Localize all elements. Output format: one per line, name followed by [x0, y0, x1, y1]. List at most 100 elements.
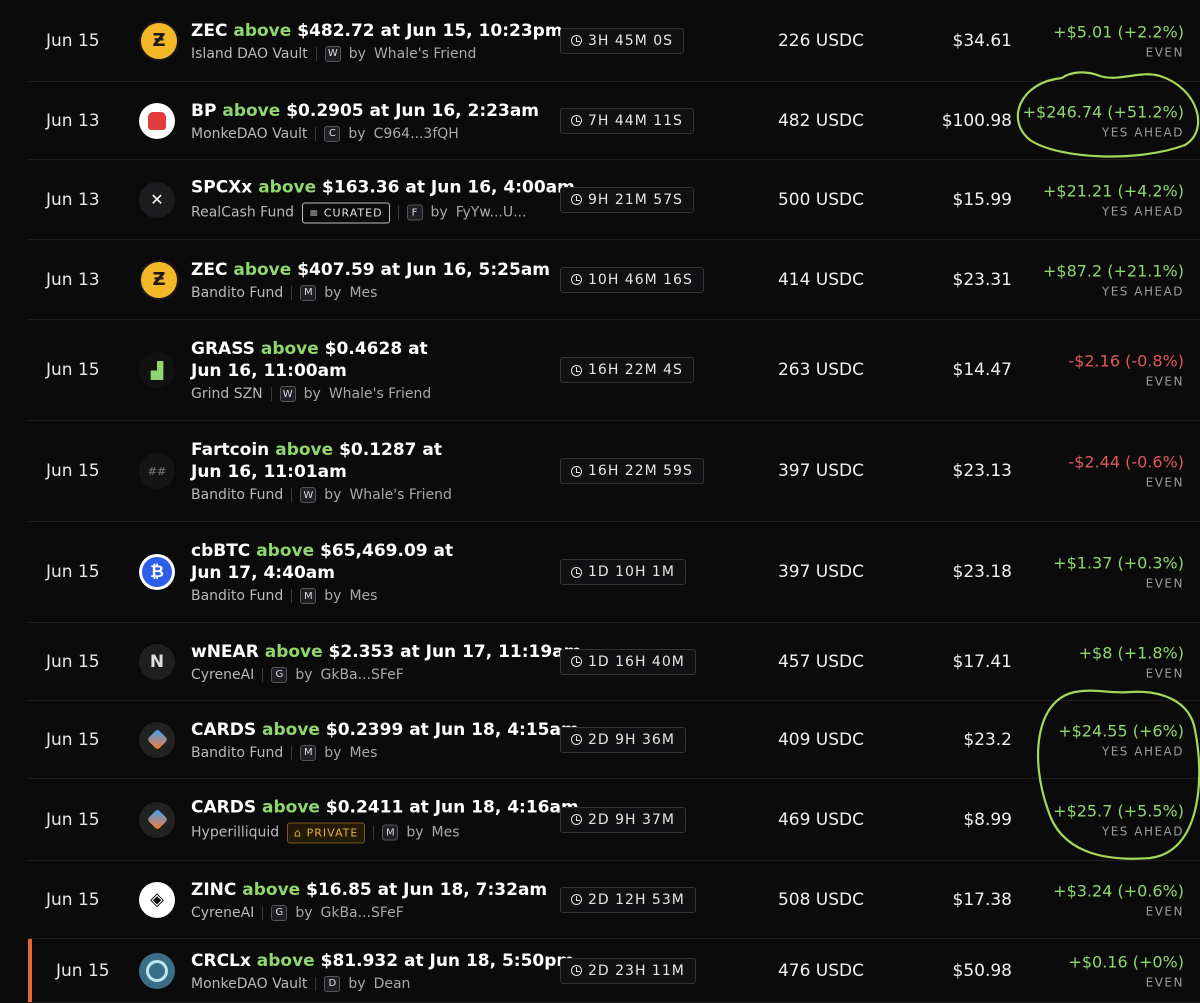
condition: above: [222, 100, 281, 121]
position-row[interactable]: Jun 15 NwNEAR above $2.353 at Jun 17, 11:…: [28, 623, 1200, 701]
by-label: by: [348, 975, 366, 992]
market-title[interactable]: wNEAR above $2.353 at Jun 17, 11:19am: [191, 641, 590, 663]
market-title[interactable]: ZEC above $407.59 at Jun 16, 5:25am: [191, 259, 590, 281]
creator-name[interactable]: Mes: [432, 825, 460, 841]
condition: above: [242, 879, 301, 900]
stake-amount: 457 USDC: [777, 651, 864, 672]
creator-name[interactable]: GkBa...SFeF: [321, 667, 404, 683]
creator-name[interactable]: Whale's Friend: [374, 46, 476, 62]
position-row[interactable]: Jun 13 ✕ SPCXx above $163.36 at Jun 16, 4:…: [28, 160, 1200, 240]
vault-name[interactable]: MonkeDAO Vault: [191, 976, 307, 992]
user-avatar[interactable]: M: [300, 588, 317, 604]
timer-text: 16H 22M 4S: [588, 362, 683, 378]
market-subline: Island DAO Vault Wby Whale's Friend: [191, 45, 590, 62]
creator-name[interactable]: Mes: [349, 745, 377, 761]
market-subline: Bandito Fund Mby Mes: [191, 588, 590, 604]
creator-name[interactable]: C964...3fQH: [374, 126, 459, 142]
market-title[interactable]: CRCLx above $81.932 at Jun 18, 5:50pm: [191, 950, 590, 972]
position-row[interactable]: Jun 15 CARDS above $0.2399 at Jun 18, 4:1…: [28, 701, 1200, 779]
user-avatar[interactable]: W: [324, 45, 341, 62]
vault-name[interactable]: RealCash Fund: [191, 205, 294, 221]
vault-name[interactable]: Hyperilliquid: [191, 825, 279, 841]
user-avatar[interactable]: D: [324, 975, 341, 992]
condition: above: [260, 339, 319, 359]
target-text: $65,469.09 at: [320, 541, 454, 561]
user-avatar[interactable]: G: [271, 904, 288, 921]
user-avatar[interactable]: C: [324, 125, 341, 142]
vault-name[interactable]: Grind SZN: [191, 386, 263, 402]
asset-symbol: ZEC: [191, 20, 228, 41]
position-row[interactable]: Jun 15 CARDS above $0.2411 at Jun 18, 4:1…: [28, 779, 1200, 861]
stake-amount: 226 USDC: [777, 30, 864, 51]
asset-symbol: SPCXx: [191, 177, 253, 197]
divider: [291, 589, 293, 603]
creator-name[interactable]: Dean: [374, 976, 411, 992]
vault-name[interactable]: CyreneAI: [191, 667, 254, 683]
row-date: Jun 15: [56, 960, 110, 981]
vault-name[interactable]: Bandito Fund: [191, 285, 283, 301]
user-avatar[interactable]: M: [300, 284, 317, 301]
vault-name[interactable]: MonkeDAO Vault: [191, 126, 307, 142]
vault-name[interactable]: Bandito Fund: [191, 588, 283, 604]
user-avatar[interactable]: G: [271, 666, 288, 683]
user-avatar[interactable]: W: [279, 386, 296, 402]
market-info: ZEC above $407.59 at Jun 16, 5:25am Bandi…: [191, 259, 590, 301]
creator-name[interactable]: Whale's Friend: [349, 487, 451, 503]
position-row[interactable]: Jun 15 ₿ cbBTC above $65,469.09 at Jun 17, …: [28, 522, 1200, 623]
by-label: by: [295, 904, 313, 921]
target-text: $0.2905 at Jun 16, 2:23am: [286, 100, 540, 121]
creator-name[interactable]: Mes: [349, 285, 377, 301]
pnl-amount: +$246.74 (+51.2%): [1022, 102, 1184, 121]
creator-name[interactable]: FyYw...U...: [456, 205, 527, 221]
pnl-amount: +$24.55 (+6%): [1058, 721, 1184, 740]
user-avatar[interactable]: M: [300, 744, 317, 761]
vault-name[interactable]: Bandito Fund: [191, 487, 283, 503]
vault-name[interactable]: Island DAO Vault: [191, 46, 308, 62]
position-row[interactable]: Jun 13 BP above $0.2905 at Jun 16, 2:23am…: [28, 82, 1200, 160]
curated-badge: ≡ CURATED: [302, 202, 390, 223]
asset-symbol: Fartcoin: [191, 440, 270, 460]
asset-symbol: CRCLx: [191, 950, 251, 971]
divider: [291, 285, 293, 300]
status-label: EVEN: [1145, 975, 1184, 989]
position-row[interactable]: Jun 15 ◈ ZINC above $16.85 at Jun 18, 7:32…: [28, 861, 1200, 939]
user-avatar[interactable]: F: [406, 204, 423, 221]
market-title[interactable]: BP above $0.2905 at Jun 16, 2:23am: [191, 100, 590, 122]
divider: [262, 667, 264, 682]
condition: above: [233, 259, 292, 280]
user-avatar[interactable]: M: [382, 824, 399, 841]
market-title[interactable]: Fartcoin above $0.1287 at Jun 16, 11:01am: [191, 439, 590, 483]
pnl-amount: +$5.01 (+2.2%): [1053, 22, 1184, 41]
market-title[interactable]: SPCXx above $163.36 at Jun 16, 4:00am: [191, 176, 590, 198]
market-title[interactable]: GRASS above $0.4628 at Jun 16, 11:00am: [191, 338, 590, 382]
creator-name[interactable]: Mes: [349, 588, 377, 604]
position-row[interactable]: Jun 13 Ƶ ZEC above $407.59 at Jun 16, 5:25…: [28, 240, 1200, 320]
creator-name[interactable]: Whale's Friend: [329, 386, 431, 402]
countdown-timer: 2D 9H 37M: [560, 806, 686, 833]
stake-amount: 482 USDC: [777, 110, 864, 131]
row-date: Jun 15: [46, 651, 100, 672]
position-row[interactable]: Jun 15 ## Fartcoin above $0.1287 at Jun 16,…: [28, 421, 1200, 522]
market-subline: MonkeDAO Vault Dby Dean: [191, 975, 590, 992]
target-text: $81.932 at Jun 18, 5:50pm: [320, 950, 575, 971]
vault-name[interactable]: CyreneAI: [191, 905, 254, 921]
position-row[interactable]: Jun 15 ▟ GRASS above $0.4628 at Jun 16, 11:…: [28, 320, 1200, 421]
market-info: Fartcoin above $0.1287 at Jun 16, 11:01am…: [191, 439, 590, 503]
divider: [315, 126, 317, 141]
market-title[interactable]: ZEC above $482.72 at Jun 15, 10:23pm: [191, 20, 590, 42]
position-row[interactable]: Jun 15 Ƶ ZEC above $482.72 at Jun 15, 10:2…: [28, 0, 1200, 82]
market-title[interactable]: cbBTC above $65,469.09 at Jun 17, 4:40am: [191, 540, 590, 584]
user-avatar[interactable]: W: [300, 487, 317, 503]
position-row[interactable]: Jun 15 CRCLx above $81.932 at Jun 18, 5:5…: [28, 939, 1200, 1003]
pnl-amount: -$2.16 (-0.8%): [1068, 351, 1184, 371]
vault-name[interactable]: Bandito Fund: [191, 745, 283, 761]
timer-text: 1D 16H 40M: [588, 653, 685, 670]
market-title[interactable]: ZINC above $16.85 at Jun 18, 7:32am: [191, 879, 590, 901]
market-info: SPCXx above $163.36 at Jun 16, 4:00am Rea…: [191, 176, 590, 223]
status-label: YES AHEAD: [1101, 744, 1184, 758]
creator-name[interactable]: GkBa...SFeF: [321, 905, 404, 921]
market-title[interactable]: CARDS above $0.2411 at Jun 18, 4:16am: [191, 796, 590, 818]
market-title[interactable]: CARDS above $0.2399 at Jun 18, 4:15am: [191, 719, 590, 741]
countdown-timer: 16H 22M 4S: [560, 357, 694, 383]
market-info: CARDS above $0.2399 at Jun 18, 4:15am Ban…: [191, 719, 590, 761]
